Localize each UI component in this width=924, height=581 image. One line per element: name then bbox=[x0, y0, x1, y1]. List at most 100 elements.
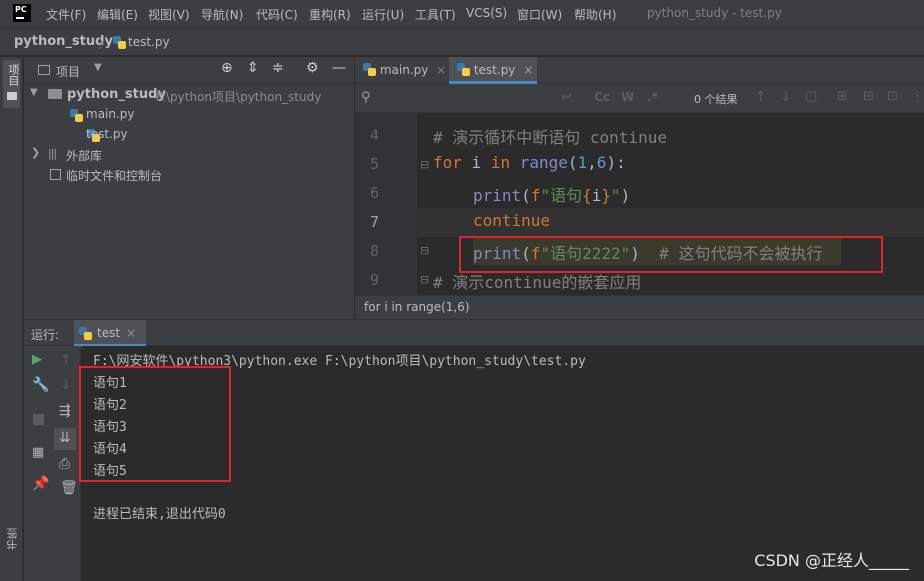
code-context[interactable]: for i in range(1,6) bbox=[364, 300, 470, 314]
tree-root-name[interactable]: python_study bbox=[67, 87, 166, 102]
run-panel-header: 运行: test × bbox=[24, 319, 924, 347]
console-exit-message: 进程已结束,退出代码0 bbox=[93, 507, 226, 522]
menu-vcs[interactable]: VCS(S) bbox=[466, 6, 507, 20]
select-all-icon[interactable]: ⊡ bbox=[887, 89, 898, 104]
tree-file-main[interactable]: main.py bbox=[86, 107, 135, 121]
layout-icon[interactable]: ▦ bbox=[32, 445, 44, 460]
watermark: CSDN @正经人_____ bbox=[754, 551, 909, 570]
locate-icon[interactable]: ⊕ bbox=[221, 60, 233, 76]
stop-icon[interactable] bbox=[33, 414, 44, 425]
editor-breadcrumb-bar: for i in range(1,6) bbox=[355, 295, 924, 319]
add-selection-icon[interactable]: ⊞ bbox=[837, 89, 848, 104]
close-icon[interactable]: × bbox=[436, 63, 446, 77]
menu-edit[interactable]: 编辑(E) bbox=[97, 6, 138, 23]
python-file-icon bbox=[457, 63, 470, 76]
tab-label: main.py bbox=[379, 63, 429, 77]
python-file-icon bbox=[113, 36, 126, 49]
expand-all-icon[interactable]: ⇕ bbox=[247, 60, 259, 76]
menu-tools[interactable]: 工具(T) bbox=[415, 6, 456, 23]
arrow-up-icon[interactable]: ↑ bbox=[755, 89, 767, 105]
arrow-down-icon[interactable]: ↓ bbox=[60, 377, 72, 393]
pin-icon[interactable]: 📌 bbox=[32, 476, 49, 492]
run-panel-label: 运行: bbox=[31, 328, 60, 342]
bookmarks-tool-label[interactable]: 书签 bbox=[5, 528, 21, 550]
line-number: 4 bbox=[369, 126, 379, 144]
left-tool-strip bbox=[0, 57, 23, 581]
tree-file-test[interactable]: test.py bbox=[86, 127, 128, 141]
fold-icon[interactable]: ⊟ bbox=[420, 158, 429, 171]
search-results-count: 0 个结果 bbox=[694, 93, 738, 106]
scratches-icon bbox=[50, 169, 61, 180]
minimize-icon[interactable]: — bbox=[332, 60, 346, 76]
close-icon[interactable]: × bbox=[523, 63, 533, 77]
project-view-icon bbox=[38, 65, 50, 75]
project-tool-label[interactable]: 项目 bbox=[5, 64, 21, 86]
python-file-icon bbox=[363, 63, 376, 76]
regex-button[interactable]: .* bbox=[647, 90, 658, 104]
wrench-icon[interactable]: 🔧 bbox=[32, 377, 49, 393]
line-number: 6 bbox=[369, 184, 379, 202]
code-editor[interactable]: 4 5 6 7 8 9 ⊟ ⊟ ⊟ # 演示循环中断语句 continue fo… bbox=[355, 113, 924, 295]
soft-wrap-icon[interactable]: ⇶ bbox=[59, 403, 71, 419]
fold-icon[interactable]: ⊟ bbox=[420, 244, 429, 257]
tree-external-libs[interactable]: 外部库 bbox=[66, 147, 102, 164]
project-panel-title[interactable]: 项目 bbox=[56, 63, 80, 80]
code-line-5: for i in range(1,6): bbox=[433, 153, 626, 172]
arrow-up-icon[interactable]: ↑ bbox=[60, 352, 72, 368]
arrow-down-icon[interactable]: ↓ bbox=[780, 89, 792, 105]
menu-bar: PC 文件(F) 编辑(E) 视图(V) 导航(N) 代码(C) 重构(R) 运… bbox=[0, 0, 924, 28]
fold-icon[interactable]: ⊟ bbox=[420, 273, 429, 286]
project-tree: ▼ python_study F:\python项目\python_study … bbox=[24, 84, 354, 319]
python-file-icon bbox=[70, 109, 83, 122]
trash-icon[interactable]: 🗑 bbox=[60, 480, 78, 496]
chevron-down-icon[interactable]: ▼ bbox=[30, 87, 38, 98]
menu-code[interactable]: 代码(C) bbox=[256, 6, 298, 23]
gear-icon[interactable]: ⚙ bbox=[306, 60, 319, 76]
breadcrumb-file[interactable]: test.py bbox=[128, 35, 170, 49]
menu-window[interactable]: 窗口(W) bbox=[517, 6, 562, 23]
whole-word-button[interactable]: W bbox=[621, 90, 634, 104]
tab-test-py[interactable]: test.py × bbox=[449, 57, 537, 84]
code-line-7: continue bbox=[473, 211, 551, 230]
code-line-6: print(f"语句{i}") bbox=[473, 186, 631, 205]
collapse-all-icon[interactable]: ≑ bbox=[272, 60, 284, 76]
tab-main-py[interactable]: main.py × bbox=[355, 57, 446, 84]
line-number: 7 bbox=[369, 213, 379, 231]
print-icon[interactable]: ⎙ bbox=[59, 456, 70, 472]
annotation-box bbox=[79, 366, 231, 482]
console-output[interactable]: F:\网安软件\python3\python.exe F:\python项目\p… bbox=[79, 346, 924, 581]
tree-scratches[interactable]: 临时文件和控制台 bbox=[66, 167, 162, 184]
tree-root-path: F:\python项目\python_study bbox=[156, 90, 322, 104]
tab-label: test.py bbox=[473, 63, 516, 77]
annotation-box bbox=[459, 236, 883, 273]
new-line-icon[interactable]: ↩ bbox=[561, 90, 572, 105]
menu-navigate[interactable]: 导航(N) bbox=[201, 6, 243, 23]
python-file-icon bbox=[79, 327, 92, 340]
rerun-icon[interactable]: ▶ bbox=[32, 352, 42, 367]
close-icon[interactable]: × bbox=[126, 326, 136, 340]
chevron-down-icon[interactable]: ▼ bbox=[94, 62, 102, 73]
scroll-to-end-icon[interactable]: ⇊ bbox=[59, 430, 71, 446]
tab-run-test[interactable]: test × bbox=[74, 320, 146, 347]
menu-file[interactable]: 文件(F) bbox=[46, 6, 86, 23]
menu-refactor[interactable]: 重构(R) bbox=[309, 6, 351, 23]
line-number: 9 bbox=[369, 271, 379, 289]
logo-text: PC bbox=[15, 5, 27, 14]
folder-icon bbox=[7, 92, 17, 100]
library-icon: ||| bbox=[48, 147, 57, 160]
match-case-button[interactable]: Cc bbox=[594, 90, 610, 104]
search-icon[interactable]: ⚲ bbox=[361, 90, 371, 105]
chevron-right-icon[interactable]: ❯ bbox=[31, 146, 40, 159]
remove-selection-icon[interactable]: ⊟ bbox=[863, 89, 874, 104]
select-all-occurrences-icon[interactable]: ▢ bbox=[805, 89, 817, 104]
filter-icon[interactable]: ⋮ bbox=[911, 89, 924, 104]
menu-run[interactable]: 运行(U) bbox=[362, 6, 404, 23]
line-number: 8 bbox=[369, 242, 379, 260]
window-title: python_study - test.py bbox=[647, 6, 782, 20]
breadcrumb-separator: 〉 bbox=[98, 37, 112, 52]
search-input[interactable] bbox=[379, 88, 579, 108]
menu-help[interactable]: 帮助(H) bbox=[574, 6, 616, 23]
menu-view[interactable]: 视图(V) bbox=[148, 6, 190, 23]
code-line-4: # 演示循环中断语句 continue bbox=[433, 128, 667, 147]
find-bar: ⚲ ↩ Cc W .* 0 个结果 ↑ ↓ ▢ ⊞ ⊟ ⊡ ⋮ bbox=[355, 84, 924, 113]
